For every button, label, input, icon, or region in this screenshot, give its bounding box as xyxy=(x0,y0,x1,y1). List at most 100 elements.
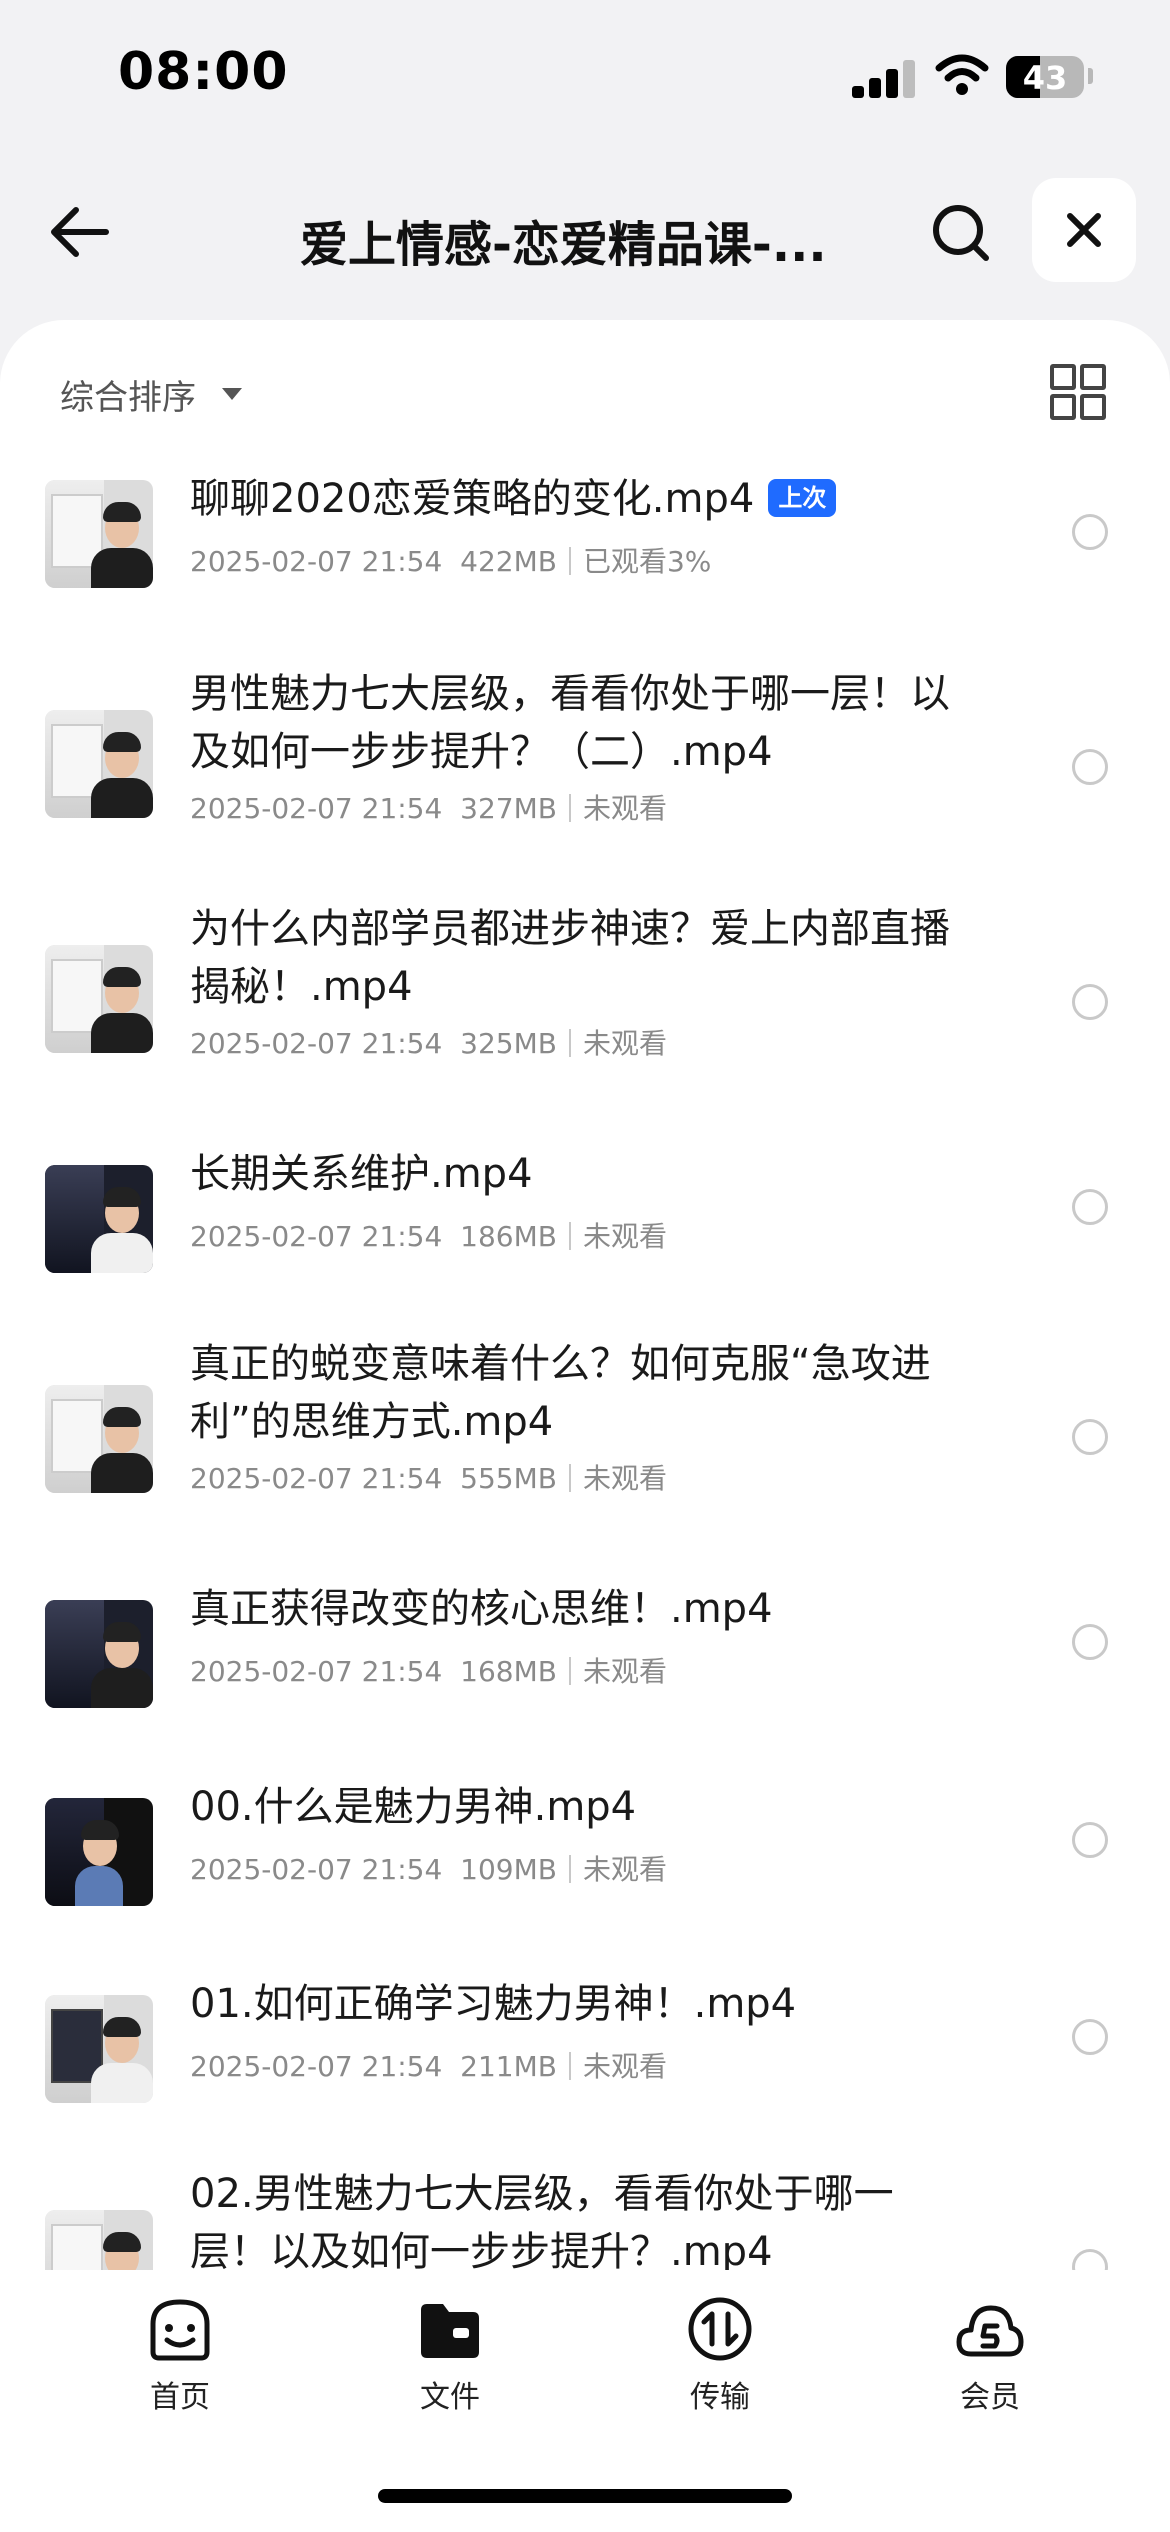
select-radio[interactable] xyxy=(1072,2019,1108,2055)
smiley-home-icon xyxy=(150,2299,210,2361)
folder-icon xyxy=(421,2304,479,2358)
tab-files[interactable]: 文件 xyxy=(380,2294,520,2415)
file-title: 00.什么是魅力男神.mp4 xyxy=(190,1784,637,1830)
watch-status: 未观看 xyxy=(582,792,667,825)
video-thumbnail xyxy=(45,1995,153,2103)
close-button[interactable] xyxy=(1032,178,1136,282)
video-thumbnail xyxy=(45,1385,153,1493)
file-title: 长期关系维护.mp4 xyxy=(190,1151,533,1197)
back-arrow-icon xyxy=(51,207,109,257)
file-meta: 2025-02-07 21:54 211MB 未观看 xyxy=(190,2045,970,2085)
select-radio[interactable] xyxy=(1072,749,1108,785)
watch-status: 未观看 xyxy=(582,1655,667,1688)
wifi-icon xyxy=(935,54,989,95)
tab-files-label: 文件 xyxy=(420,2380,480,2415)
file-size: 168MB xyxy=(460,1655,557,1688)
cellular-signal-icon xyxy=(852,58,916,98)
watch-status: 未观看 xyxy=(582,1462,667,1495)
select-radio[interactable] xyxy=(1072,1419,1108,1455)
watch-status: 未观看 xyxy=(582,2050,667,2083)
battery-tip xyxy=(1088,68,1093,84)
tab-home[interactable]: 首页 xyxy=(110,2294,250,2415)
file-item[interactable]: 真正的蜕变意味着什么？如何克服“急攻进利”的思维方式.mp4 2025-02-0… xyxy=(0,1335,1170,1515)
video-thumbnail xyxy=(45,1165,153,1273)
video-thumbnail xyxy=(45,1600,153,1708)
file-size: 186MB xyxy=(460,1220,557,1253)
file-date: 2025-02-07 21:54 xyxy=(190,1655,443,1688)
select-radio[interactable] xyxy=(1072,1624,1108,1660)
tab-vip-label: 会员 xyxy=(960,2380,1020,2415)
file-date: 2025-02-07 21:54 xyxy=(190,1220,443,1253)
file-item[interactable]: 为什么内部学员都进步神速？爱上内部直播揭秘！.mp4 2025-02-07 21… xyxy=(0,900,1170,1080)
file-item[interactable]: 聊聊2020恋爱策略的变化.mp4 上次 2025-02-07 21:54 422… xyxy=(0,470,1170,600)
file-item[interactable]: 长期关系维护.mp4 2025-02-07 21:54 186MB 未观看 xyxy=(0,1145,1170,1275)
tab-transfer[interactable]: 传输 xyxy=(650,2294,790,2415)
transfer-icon xyxy=(688,2297,752,2361)
file-size: 422MB xyxy=(460,545,557,578)
file-size: 327MB xyxy=(460,792,557,825)
battery-percent: 43 xyxy=(1022,59,1068,97)
file-meta: 2025-02-07 21:54 555MB 未观看 xyxy=(190,1457,970,1497)
status-time: 08:00 xyxy=(118,42,289,102)
file-size: 555MB xyxy=(460,1462,557,1495)
close-icon xyxy=(1067,213,1101,247)
watch-status: 未观看 xyxy=(582,1853,667,1886)
video-thumbnail xyxy=(45,710,153,818)
file-item[interactable]: 真正获得改变的核心思维！.mp4 2025-02-07 21:54 168MB 未… xyxy=(0,1580,1170,1710)
file-title: 为什么内部学员都进步神速？爱上内部直播揭秘！.mp4 xyxy=(190,906,950,1010)
file-meta: 2025-02-07 21:54 186MB 未观看 xyxy=(190,1215,970,1255)
video-thumbnail xyxy=(45,2210,153,2270)
file-title: 01.如何正确学习魅力男神！.mp4 xyxy=(190,1981,797,2027)
tab-vip[interactable]: 会员 xyxy=(920,2294,1060,2415)
file-item[interactable]: 02.男性魅力七大层级，看看你处于哪一层！以及如何一步步提升？.mp4 xyxy=(0,2165,1170,2270)
tab-transfer-label: 传输 xyxy=(690,2380,750,2415)
file-item[interactable]: 01.如何正确学习魅力男神！.mp4 2025-02-07 21:54 211M… xyxy=(0,1975,1170,2105)
file-date: 2025-02-07 21:54 xyxy=(190,792,443,825)
file-title: 真正的蜕变意味着什么？如何克服“急攻进利”的思维方式.mp4 xyxy=(190,1341,931,1445)
file-date: 2025-02-07 21:54 xyxy=(190,545,443,578)
video-thumbnail xyxy=(45,1798,153,1906)
file-item[interactable]: 00.什么是魅力男神.mp4 2025-02-07 21:54 109MB 未观看 xyxy=(0,1778,1170,1908)
last-played-badge: 上次 xyxy=(768,479,837,517)
battery-icon: 43 xyxy=(1006,56,1084,98)
file-title: 真正获得改变的核心思维！.mp4 xyxy=(190,1586,773,1632)
file-date: 2025-02-07 21:54 xyxy=(190,1027,443,1060)
select-radio[interactable] xyxy=(1072,2249,1108,2270)
file-size: 325MB xyxy=(460,1027,557,1060)
page-title: 爱上情感-恋爱精品课-... xyxy=(300,217,827,273)
status-bar: 08:00 43 xyxy=(0,0,1170,150)
file-title: 02.男性魅力七大层级，看看你处于哪一层！以及如何一步步提升？.mp4 xyxy=(190,2171,894,2270)
file-date: 2025-02-07 21:54 xyxy=(190,2050,443,2083)
file-date: 2025-02-07 21:54 xyxy=(190,1462,443,1495)
navigation-header: 爱上情感-恋爱精品课-... xyxy=(0,150,1170,320)
file-title: 聊聊2020恋爱策略的变化.mp4 xyxy=(190,476,755,522)
vip-cloud-icon xyxy=(956,2305,1024,2357)
file-list-card: 综合排序 聊聊2020恋爱策略的变化.mp4 上次 2025-02-07 21:5… xyxy=(0,320,1170,2270)
file-meta: 2025-02-07 21:54 168MB 未观看 xyxy=(190,1650,970,1690)
file-list: 聊聊2020恋爱策略的变化.mp4 上次 2025-02-07 21:54 422… xyxy=(0,320,1170,2270)
file-size: 109MB xyxy=(460,1853,557,1886)
select-radio[interactable] xyxy=(1072,514,1108,550)
watch-status: 已观看3% xyxy=(582,545,712,578)
home-indicator xyxy=(378,2489,792,2503)
file-title: 男性魅力七大层级，看看你处于哪一层！以及如何一步步提升？（二）.mp4 xyxy=(190,671,950,775)
file-item[interactable]: 男性魅力七大层级，看看你处于哪一层！以及如何一步步提升？（二）.mp4 2025… xyxy=(0,665,1170,845)
file-meta: 2025-02-07 21:54 422MB 已观看3% xyxy=(190,540,970,580)
file-size: 211MB xyxy=(460,2050,557,2083)
video-thumbnail xyxy=(45,945,153,1053)
select-radio[interactable] xyxy=(1072,984,1108,1020)
watch-status: 未观看 xyxy=(582,1220,667,1253)
select-radio[interactable] xyxy=(1072,1822,1108,1858)
tab-home-label: 首页 xyxy=(150,2380,210,2415)
file-name: 聊聊2020恋爱策略的变化.mp4 上次 xyxy=(190,470,970,528)
search-icon xyxy=(933,205,989,261)
file-meta: 2025-02-07 21:54 325MB 未观看 xyxy=(190,1022,970,1062)
file-meta: 2025-02-07 21:54 327MB 未观看 xyxy=(190,787,970,827)
search-button[interactable] xyxy=(920,192,1000,272)
file-date: 2025-02-07 21:54 xyxy=(190,1853,443,1886)
file-meta: 2025-02-07 21:54 109MB 未观看 xyxy=(190,1848,970,1888)
watch-status: 未观看 xyxy=(582,1027,667,1060)
video-thumbnail xyxy=(45,480,153,588)
back-button[interactable] xyxy=(40,192,120,272)
select-radio[interactable] xyxy=(1072,1189,1108,1225)
